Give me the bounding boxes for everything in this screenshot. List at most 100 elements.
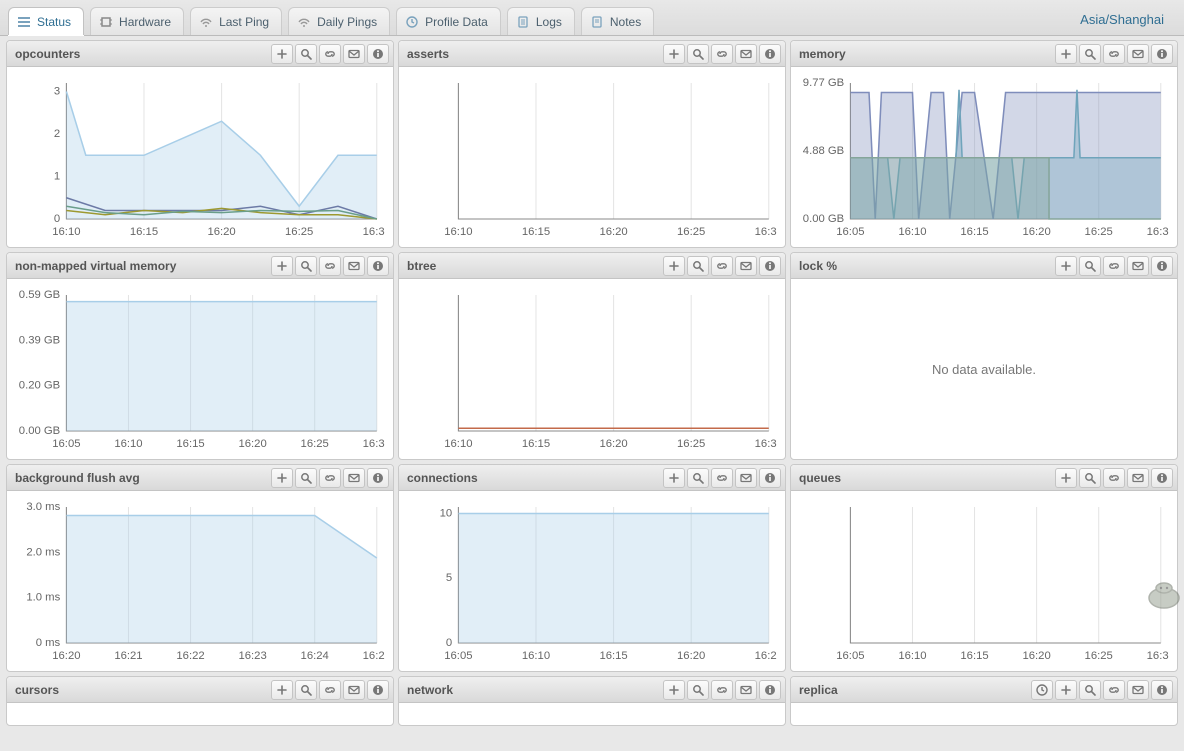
- plus-button[interactable]: [271, 468, 293, 488]
- mail-button[interactable]: [343, 256, 365, 276]
- info-button[interactable]: [1151, 680, 1173, 700]
- tab-bar: Status Hardware Last Ping Daily Pings Pr…: [0, 0, 1184, 36]
- link-button[interactable]: [711, 680, 733, 700]
- zoom-icon: [692, 684, 704, 696]
- panel-title: queues: [799, 471, 841, 485]
- zoom-button[interactable]: [1079, 468, 1101, 488]
- plus-button[interactable]: [1055, 680, 1077, 700]
- zoom-button[interactable]: [1079, 44, 1101, 64]
- zoom-button[interactable]: [687, 256, 709, 276]
- plus-button[interactable]: [1055, 256, 1077, 276]
- plus-button[interactable]: [271, 256, 293, 276]
- info-icon: [764, 48, 776, 60]
- svg-text:0: 0: [54, 213, 60, 225]
- zoom-button[interactable]: [687, 44, 709, 64]
- timezone-label[interactable]: Asia/Shanghai: [1068, 12, 1176, 27]
- clock-button[interactable]: [1031, 680, 1053, 700]
- link-button[interactable]: [1103, 256, 1125, 276]
- mail-button[interactable]: [1127, 468, 1149, 488]
- info-icon: [372, 48, 384, 60]
- panel-toolbar: [663, 468, 781, 488]
- link-button[interactable]: [711, 256, 733, 276]
- link-button[interactable]: [1103, 680, 1125, 700]
- zoom-button[interactable]: [295, 680, 317, 700]
- plus-button[interactable]: [663, 256, 685, 276]
- plus-button[interactable]: [663, 468, 685, 488]
- link-button[interactable]: [319, 44, 341, 64]
- zoom-button[interactable]: [295, 44, 317, 64]
- link-button[interactable]: [319, 680, 341, 700]
- zoom-button[interactable]: [1079, 680, 1101, 700]
- panel-connections: connections16:0516:1016:1516:2016:250510: [398, 464, 786, 672]
- plus-icon: [668, 48, 680, 60]
- assistant-icon[interactable]: [1144, 578, 1184, 612]
- mail-button[interactable]: [735, 256, 757, 276]
- chart-connections: 16:0516:1016:1516:2016:250510: [407, 499, 777, 663]
- info-button[interactable]: [367, 44, 389, 64]
- panel-memory: memory16:0516:1016:1516:2016:2516:300.00…: [790, 40, 1178, 248]
- info-button[interactable]: [1151, 468, 1173, 488]
- zoom-button[interactable]: [687, 468, 709, 488]
- link-icon: [324, 684, 336, 696]
- plus-icon: [276, 48, 288, 60]
- link-button[interactable]: [319, 256, 341, 276]
- link-button[interactable]: [319, 468, 341, 488]
- mail-icon: [348, 684, 360, 696]
- plus-button[interactable]: [663, 44, 685, 64]
- tab-logs[interactable]: Logs: [507, 7, 575, 35]
- plus-button[interactable]: [1055, 468, 1077, 488]
- link-button[interactable]: [1103, 44, 1125, 64]
- info-button[interactable]: [759, 680, 781, 700]
- clock-icon: [1036, 684, 1048, 696]
- panel-body: 16:0516:1016:1516:2016:2516:300.00 GB0.2…: [7, 279, 393, 459]
- zoom-button[interactable]: [1079, 256, 1101, 276]
- svg-text:0: 0: [446, 637, 452, 649]
- tab-status[interactable]: Status: [8, 7, 84, 35]
- tab-profile-data[interactable]: Profile Data: [396, 7, 501, 35]
- info-button[interactable]: [367, 468, 389, 488]
- mail-button[interactable]: [735, 44, 757, 64]
- info-button[interactable]: [759, 256, 781, 276]
- link-icon: [1108, 684, 1120, 696]
- zoom-button[interactable]: [687, 680, 709, 700]
- info-button[interactable]: [367, 256, 389, 276]
- mail-button[interactable]: [1127, 256, 1149, 276]
- svg-text:16:10: 16:10: [52, 226, 80, 238]
- svg-text:16:10: 16:10: [898, 226, 926, 238]
- mail-button[interactable]: [343, 468, 365, 488]
- info-icon: [764, 684, 776, 696]
- info-icon: [372, 472, 384, 484]
- zoom-button[interactable]: [295, 256, 317, 276]
- info-icon: [764, 472, 776, 484]
- mail-button[interactable]: [343, 44, 365, 64]
- tab-hardware[interactable]: Hardware: [90, 7, 184, 35]
- mail-button[interactable]: [343, 680, 365, 700]
- tab-daily-pings[interactable]: Daily Pings: [288, 7, 390, 35]
- link-button[interactable]: [711, 44, 733, 64]
- mail-button[interactable]: [735, 468, 757, 488]
- mail-button[interactable]: [1127, 680, 1149, 700]
- zoom-button[interactable]: [295, 468, 317, 488]
- plus-button[interactable]: [271, 44, 293, 64]
- zoom-icon: [692, 472, 704, 484]
- link-button[interactable]: [1103, 468, 1125, 488]
- zoom-icon: [1084, 260, 1096, 272]
- mail-icon: [1132, 472, 1144, 484]
- info-button[interactable]: [1151, 256, 1173, 276]
- info-button[interactable]: [759, 44, 781, 64]
- panel-network: network: [398, 676, 786, 726]
- mail-button[interactable]: [1127, 44, 1149, 64]
- plus-button[interactable]: [271, 680, 293, 700]
- tab-last-ping[interactable]: Last Ping: [190, 7, 282, 35]
- svg-text:4.88 GB: 4.88 GB: [803, 145, 844, 157]
- plus-button[interactable]: [1055, 44, 1077, 64]
- svg-text:16:20: 16:20: [207, 226, 235, 238]
- plus-button[interactable]: [663, 680, 685, 700]
- mail-button[interactable]: [735, 680, 757, 700]
- link-button[interactable]: [711, 468, 733, 488]
- tab-label: Hardware: [119, 15, 171, 29]
- info-button[interactable]: [1151, 44, 1173, 64]
- info-button[interactable]: [367, 680, 389, 700]
- info-button[interactable]: [759, 468, 781, 488]
- tab-notes[interactable]: Notes: [581, 7, 654, 35]
